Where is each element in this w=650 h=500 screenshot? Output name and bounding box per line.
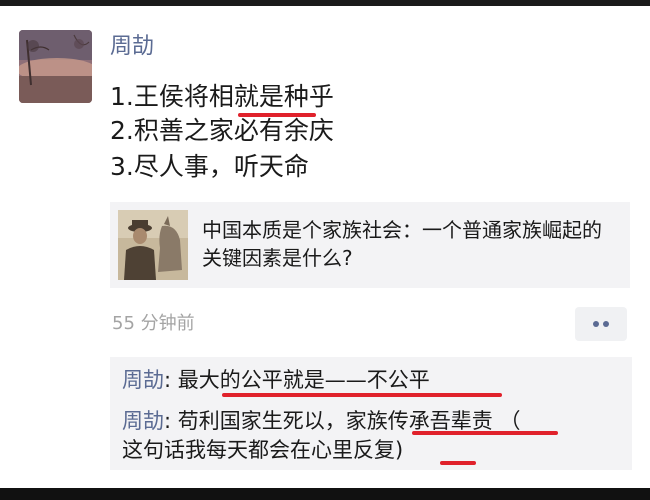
comment-author[interactable]: 周劼 [122,409,164,433]
ellipsis-icon [593,321,599,327]
comment-author[interactable]: 周劼 [122,368,164,392]
comment-text: 最大的公平就是——不公平 [177,368,430,392]
comment-separator: : [164,409,178,433]
highlight-underline [412,431,558,435]
avatar-image [19,30,92,103]
ellipsis-icon-dot [603,321,609,327]
post-line-2: 2.积善之家必有余庆 [110,116,334,145]
highlight-underline [222,393,502,397]
comment-separator: : [164,368,178,392]
avatar[interactable] [19,30,92,103]
article-thumbnail [118,210,188,280]
comment-text: 苟利国家生死以，家族传承吾辈责 （ [177,409,521,433]
article-thumbnail-image [118,210,188,280]
comments-area: 周劼: 最大的公平就是——不公平 周劼: 苟利国家生死以，家族传承吾辈责 （ 这… [110,357,632,470]
moments-post-screen: 周劼 1.王侯将相就是种乎 2.积善之家必有余庆 3.尽人事，听天命 中国本质是… [0,0,650,500]
article-title: 中国本质是个家族社会：一个普通家族崛起的关键因素是什么? [202,218,602,270]
author-name[interactable]: 周劼 [110,32,154,62]
highlight-underline [238,113,316,117]
comment-2-continued: 这句话我每天都会在心里反复) [122,438,404,462]
shared-article-card[interactable]: 中国本质是个家族社会：一个普通家族崛起的关键因素是什么? [110,202,630,288]
post-time: 55 分钟前 [112,313,195,334]
top-edge [0,0,650,6]
more-actions-button[interactable] [575,307,627,341]
bottom-edge [0,488,650,500]
highlight-underline [440,461,476,465]
comment-1[interactable]: 周劼: 最大的公平就是——不公平 [122,365,430,395]
post-line-1: 1.王侯将相就是种乎 [110,82,334,111]
post-line-3: 3.尽人事，听天命 [110,152,309,181]
